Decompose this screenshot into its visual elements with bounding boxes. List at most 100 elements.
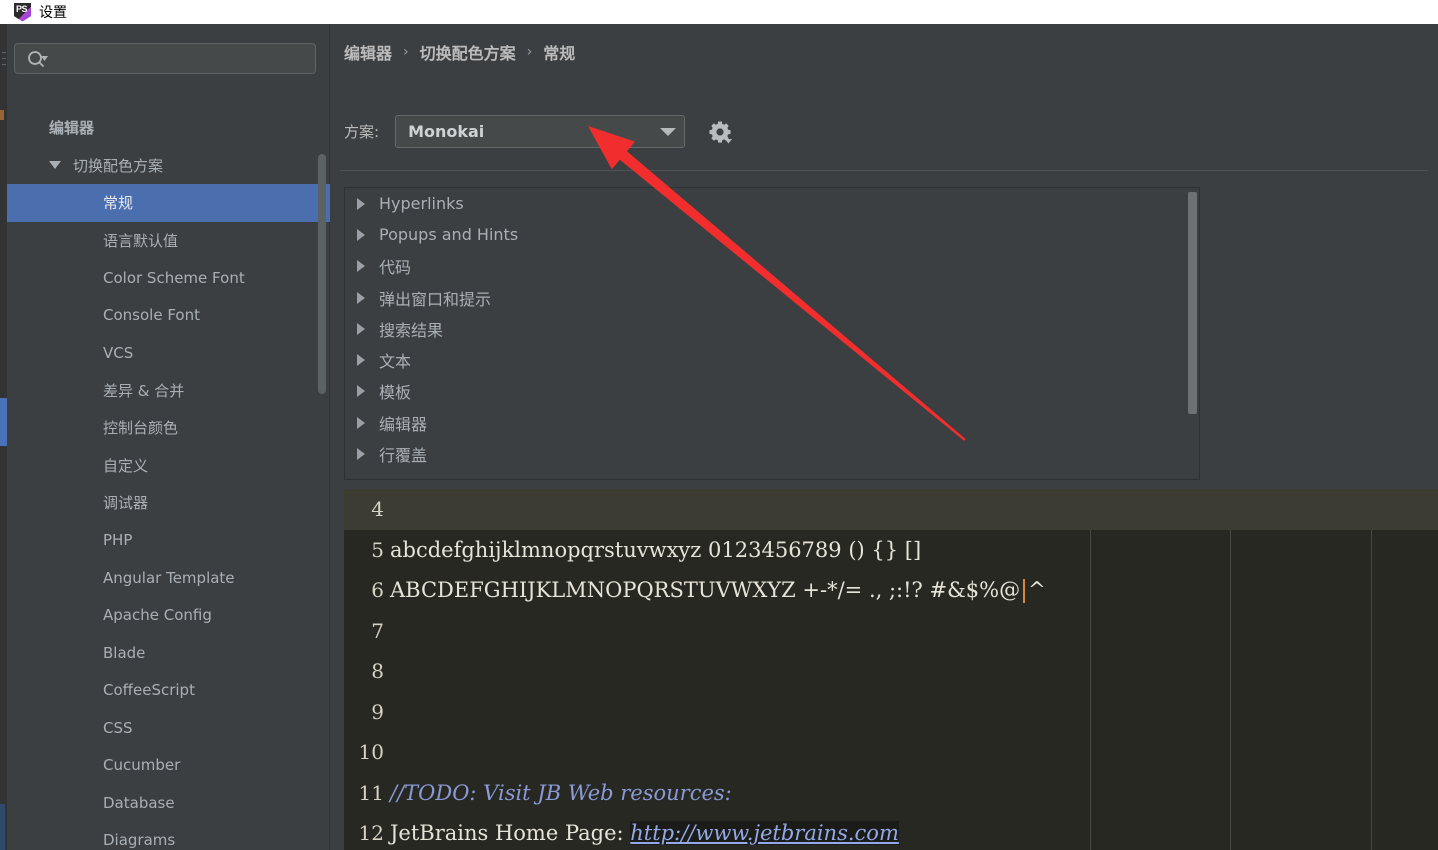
sidebar-item-9[interactable]: 自定义 — [7, 447, 330, 485]
sidebar-item-5[interactable]: Console Font — [7, 297, 330, 335]
code-line-5: 5 abcdefghijklmnopqrstuvwxyz 0123456789 (… — [344, 530, 1438, 571]
sidebar-item-8[interactable]: 控制台颜色 — [7, 409, 330, 447]
code-line-6: 6 ABCDEFGHIJKLMNOPQRSTUVWXYZ +-*/= ., ;:!… — [344, 570, 1438, 611]
color-category-tree: Hyperlinks Popups and Hints 代码弹出窗口和提示搜索结果文… — [344, 187, 1200, 480]
strip-marker-blue-lower — [0, 804, 5, 850]
line-number: 8 — [371, 659, 384, 684]
category-label: 模板 — [379, 383, 412, 403]
category-label: 行覆盖 — [379, 446, 428, 466]
sidebar-scrollbar-thumb[interactable] — [318, 154, 326, 394]
background-window-strip — [0, 24, 7, 850]
scheme-settings-button[interactable] — [707, 119, 733, 145]
scheme-dropdown-value: Monokai — [408, 122, 485, 141]
search-input[interactable] — [49, 50, 315, 67]
category-row-6[interactable]: 模板 — [345, 376, 1199, 407]
sidebar-item-16[interactable]: CSS — [7, 709, 330, 747]
sidebar-item-19[interactable]: Diagrams — [7, 822, 330, 850]
line-number: 10 — [358, 740, 384, 765]
scheme-selector-row: 方案: Monokai — [344, 115, 733, 148]
sidebar-item-label: Angular Template — [103, 568, 235, 587]
strip-line-1 — [2, 52, 6, 53]
chevron-down-icon[interactable] — [49, 161, 61, 170]
search-box[interactable] — [14, 43, 316, 74]
sidebar-item-3[interactable]: 语言默认值 — [7, 222, 330, 260]
sidebar-item-label: 差异 & 合并 — [103, 381, 185, 400]
sidebar-item-14[interactable]: Blade — [7, 634, 330, 672]
line-number: 9 — [371, 699, 384, 724]
sidebar-item-0[interactable]: 编辑器 — [7, 109, 330, 147]
sidebar-item-7[interactable]: 差异 & 合并 — [7, 372, 330, 410]
code-text: ABCDEFGHIJKLMNOPQRSTUVWXYZ +-*/= ., ;:!?… — [390, 577, 1046, 603]
sidebar-item-15[interactable]: CoffeeScript — [7, 672, 330, 710]
code-line-4: 4 — [344, 489, 1438, 530]
sidebar-item-12[interactable]: Angular Template — [7, 559, 330, 597]
chevron-right-icon[interactable] — [357, 416, 365, 429]
category-label: Hyperlinks — [379, 194, 464, 214]
breadcrumb-item-1[interactable]: 切换配色方案 — [420, 40, 516, 64]
chevron-right-icon[interactable] — [357, 354, 365, 367]
sidebar-item-label: 语言默认值 — [103, 231, 179, 250]
sidebar-item-1[interactable]: 切换配色方案 — [7, 147, 330, 185]
settings-dialog-body: 编辑器 切换配色方案 常规 语言默认值 Color Scheme Font Console… — [7, 24, 1438, 850]
category-row-0[interactable]: Hyperlinks — [345, 188, 1199, 219]
sidebar-item-label: Cucumber — [103, 756, 181, 775]
code-preview[interactable]: 4 5 abcdefghijklmnopqrstuvwxyz 0123456789 … — [344, 489, 1438, 850]
chevron-right-icon[interactable] — [357, 260, 365, 273]
chevron-right-icon[interactable] — [357, 448, 365, 461]
settings-content-pane: 编辑器 › 切换配色方案 › 常规 方案: Monokai Hyperlinks… — [330, 24, 1438, 850]
breadcrumb-item-0[interactable]: 编辑器 — [344, 40, 392, 64]
sidebar-item-label: CoffeeScript — [103, 681, 195, 700]
sidebar-search[interactable] — [14, 43, 316, 74]
chevron-right-icon[interactable] — [357, 228, 365, 241]
chevron-right-icon[interactable] — [357, 322, 365, 335]
category-row-2[interactable]: 代码 — [345, 251, 1199, 282]
category-label: 文本 — [379, 352, 412, 372]
sidebar-item-2[interactable]: 常规 — [7, 184, 330, 222]
sidebar-item-label: 切换配色方案 — [73, 156, 164, 175]
sidebar-item-17[interactable]: Cucumber — [7, 747, 330, 785]
sidebar-item-label: Blade — [103, 643, 146, 662]
chevron-right-icon[interactable] — [357, 291, 365, 304]
line-number: 4 — [371, 497, 384, 522]
phpstorm-icon-label: PS — [16, 3, 28, 14]
strip-marker-orange — [0, 110, 4, 120]
scheme-label: 方案: — [344, 123, 380, 141]
code-plain-token: JetBrains Home Page: — [390, 821, 631, 846]
chevron-right-icon[interactable] — [357, 197, 365, 210]
breadcrumb-separator: › — [403, 44, 409, 60]
sidebar-tree: 编辑器切换配色方案 常规语言默认值 Color Scheme Font Console… — [7, 109, 330, 850]
category-row-7[interactable]: 编辑器 — [345, 407, 1199, 438]
strip-line-3 — [2, 64, 6, 65]
sidebar-item-11[interactable]: PHP — [7, 522, 330, 560]
category-row-1[interactable]: Popups and Hints — [345, 219, 1199, 250]
category-label: 弹出窗口和提示 — [379, 289, 492, 309]
sidebar-item-4[interactable]: Color Scheme Font — [7, 259, 330, 297]
sidebar-item-6[interactable]: VCS — [7, 334, 330, 372]
category-row-8[interactable]: 行覆盖 — [345, 438, 1199, 469]
sidebar-item-18[interactable]: Database — [7, 784, 330, 822]
category-row-4[interactable]: 搜索结果 — [345, 313, 1199, 344]
category-scrollbar-thumb[interactable] — [1188, 192, 1197, 414]
code-hyperlink-token[interactable]: http://www.jetbrains.com — [630, 821, 899, 846]
sidebar-item-label: 常规 — [103, 194, 134, 213]
sidebar-item-label: PHP — [103, 531, 133, 550]
category-row-3[interactable]: 弹出窗口和提示 — [345, 282, 1199, 313]
code-line-11: 11//TODO: Visit JB Web resources: — [344, 773, 1438, 814]
sidebar-item-10[interactable]: 调试器 — [7, 484, 330, 522]
breadcrumb-item-2[interactable]: 常规 — [543, 40, 575, 64]
category-label: Popups and Hints — [379, 225, 519, 245]
line-number: 11 — [358, 780, 384, 805]
chevron-right-icon[interactable] — [357, 385, 365, 398]
line-number: 7 — [371, 618, 384, 643]
sidebar-item-13[interactable]: Apache Config — [7, 597, 330, 635]
content-divider — [340, 170, 1428, 171]
code-line-12: 12 JetBrains Home Page: http://www.jetbra… — [344, 813, 1438, 850]
code-comment-token: //TODO: Visit JB Web resources: — [390, 780, 732, 805]
code-line-10: 10 — [344, 732, 1438, 773]
breadcrumb-separator: › — [526, 44, 533, 60]
scheme-dropdown[interactable]: Monokai — [395, 115, 686, 148]
code-plain-token: ^ — [1028, 577, 1046, 602]
code-text: abcdefghijklmnopqrstuvwxyz 0123456789 ()… — [390, 537, 922, 562]
category-row-5[interactable]: 文本 — [345, 344, 1199, 375]
phpstorm-icon: PS — [14, 2, 31, 22]
